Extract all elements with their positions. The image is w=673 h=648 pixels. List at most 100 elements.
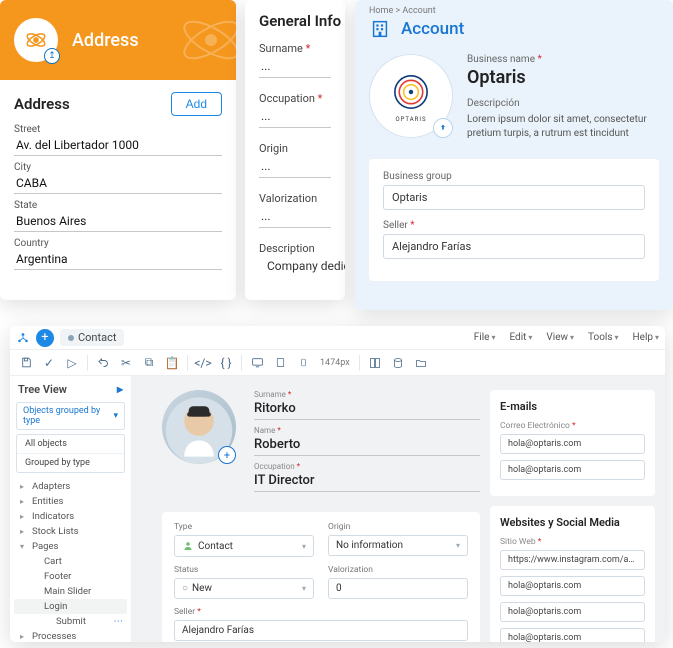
- gi-valorization-value[interactable]: ...: [259, 205, 331, 228]
- tree-entities[interactable]: ▸Entities: [14, 494, 127, 509]
- gi-description-value[interactable]: Company dedicated: [259, 255, 331, 277]
- state-value[interactable]: Buenos Aires: [14, 211, 222, 232]
- tree-cart[interactable]: Cart: [14, 554, 127, 569]
- state-field: State Buenos Aires: [14, 200, 222, 232]
- state-label: State: [14, 200, 222, 211]
- db-icon[interactable]: [388, 353, 408, 373]
- tree-processes[interactable]: ▸Processes: [14, 629, 127, 642]
- email-input-1[interactable]: hola@optaris.com: [500, 460, 645, 480]
- tablet-icon[interactable]: [270, 353, 290, 373]
- chevron-down-icon: ▾: [302, 542, 306, 551]
- undo-icon[interactable]: [93, 353, 113, 373]
- street-value[interactable]: Av. del Libertador 1000: [14, 135, 222, 156]
- save-icon[interactable]: [16, 353, 36, 373]
- check-icon[interactable]: ✓: [39, 353, 59, 373]
- copy-icon[interactable]: ⧉: [139, 353, 159, 373]
- form-status-input[interactable]: ○New▾: [174, 578, 314, 599]
- address-header-title: Address: [72, 30, 139, 51]
- breadcrumb[interactable]: Home > Account: [355, 0, 673, 18]
- gi-surname-value[interactable]: ...: [259, 55, 331, 78]
- country-value[interactable]: Argentina: [14, 249, 222, 270]
- gi-valorization: Valorization ...: [259, 192, 331, 228]
- gi-origin-label: Origin: [259, 142, 331, 155]
- scope-all[interactable]: All objects: [17, 435, 124, 454]
- tree-adapters[interactable]: ▸Adapters: [14, 479, 127, 494]
- account-card: Home > Account Account OPTARIS: [355, 0, 673, 310]
- form-seller-input[interactable]: Alejandro Farías: [174, 620, 468, 641]
- atom-icon-ghost: [176, 0, 236, 80]
- tree-footer[interactable]: Footer: [14, 569, 127, 584]
- form-valorization-input[interactable]: 0: [328, 578, 468, 599]
- desktop-icon[interactable]: [247, 353, 267, 373]
- seller-field: Seller * Alejandro Farías: [383, 220, 645, 259]
- code-icon[interactable]: </>: [193, 353, 213, 373]
- tab-contact[interactable]: Contact: [60, 329, 124, 346]
- seller-input[interactable]: Alejandro Farías: [383, 234, 645, 259]
- sidebar-dropdown[interactable]: Objects grouped by type▾: [16, 402, 125, 430]
- menu-help[interactable]: Help: [633, 332, 659, 343]
- contact-occupation-value[interactable]: IT Director: [254, 471, 480, 492]
- folder-icon[interactable]: [411, 353, 431, 373]
- website-input-3[interactable]: hola@optaris.com: [500, 628, 645, 642]
- website-input-0[interactable]: https://www.instagram.com/afarias/: [500, 550, 645, 570]
- gi-surname-label: Surname *: [259, 42, 331, 55]
- menu-tools[interactable]: Tools: [588, 332, 618, 343]
- menu-view[interactable]: View: [546, 332, 574, 343]
- contact-occupation: Occupation * IT Director: [254, 462, 480, 492]
- general-info-card: General Info Surname * ... Occupation * …: [245, 0, 345, 300]
- website-input-1[interactable]: hola@optaris.com: [500, 576, 645, 596]
- business-group-field: Business group Optaris: [383, 171, 645, 210]
- person-icon: [182, 540, 194, 552]
- upload-icon[interactable]: ↥: [44, 48, 60, 64]
- gi-occupation-value[interactable]: ...: [259, 105, 331, 128]
- new-button[interactable]: +: [36, 329, 54, 347]
- braces-icon[interactable]: { }: [216, 353, 236, 373]
- city-value[interactable]: CABA: [14, 173, 222, 194]
- menu-file[interactable]: File: [474, 332, 496, 343]
- topbar-left: + Contact: [16, 329, 124, 347]
- form-status: Status ○New▾: [174, 565, 314, 599]
- business-group-input[interactable]: Optaris: [383, 185, 645, 210]
- website-input-2[interactable]: hola@optaris.com: [500, 602, 645, 622]
- scope-grouped[interactable]: Grouped by type: [17, 454, 124, 472]
- gi-origin-value[interactable]: ...: [259, 155, 331, 178]
- form-origin-input[interactable]: No information▾: [328, 535, 468, 556]
- address-section-title: Address: [14, 95, 70, 113]
- contact-name-value[interactable]: Roberto: [254, 435, 480, 456]
- avatar-add-icon[interactable]: +: [218, 446, 236, 464]
- gi-description-label: Description: [259, 242, 331, 255]
- account-main: OPTARIS Business name * Optaris Descripc…: [355, 50, 673, 145]
- country-field: Country Argentina: [14, 238, 222, 270]
- run-icon[interactable]: ▷: [62, 353, 82, 373]
- email-input-0[interactable]: hola@optaris.com: [500, 434, 645, 454]
- form-valorization: Valorization 0: [328, 565, 468, 599]
- form-type: Type Contact ▾: [174, 522, 314, 557]
- cut-icon[interactable]: ✂: [116, 353, 136, 373]
- tree-stock-lists[interactable]: ▸Stock Lists: [14, 524, 127, 539]
- gi-occupation: Occupation * ...: [259, 92, 331, 128]
- zoom-px: 1474px: [320, 358, 350, 368]
- add-button[interactable]: Add: [171, 92, 222, 116]
- collapse-icon[interactable]: ▸: [117, 382, 123, 396]
- layout-icon[interactable]: [365, 353, 385, 373]
- account-desc-label: Descripción: [467, 98, 659, 109]
- tree-main-slider[interactable]: Main Slider: [14, 584, 127, 599]
- mobile-icon[interactable]: [293, 353, 313, 373]
- paste-icon[interactable]: 📋: [162, 353, 182, 373]
- contact-surname-value[interactable]: Ritorko: [254, 399, 480, 420]
- spiral-icon: [389, 70, 433, 114]
- editor-toolbar: ✓ ▷ ✂ ⧉ 📋 </> { } 1474px: [10, 350, 665, 376]
- tree-pages[interactable]: ▾Pages: [14, 539, 127, 554]
- menu-edit[interactable]: Edit: [509, 332, 532, 343]
- tree-submit[interactable]: Submit⋯: [14, 614, 127, 629]
- account-form: Business group Optaris Seller * Alejandr…: [369, 159, 659, 281]
- form-type-input[interactable]: Contact ▾: [174, 535, 314, 557]
- tree-indicators[interactable]: ▸Indicators: [14, 509, 127, 524]
- address-card: ↥ Address Address Add Street Av. del Lib…: [0, 0, 236, 300]
- editor-panel: + Contact File Edit View Tools Help ✓ ▷ …: [10, 326, 665, 642]
- account-logo-wrap: OPTARIS: [369, 54, 453, 138]
- form-origin: Origin No information▾: [328, 522, 468, 557]
- tree-login[interactable]: Login: [14, 599, 127, 614]
- upload-icon[interactable]: [433, 118, 453, 138]
- building-icon: [369, 18, 391, 40]
